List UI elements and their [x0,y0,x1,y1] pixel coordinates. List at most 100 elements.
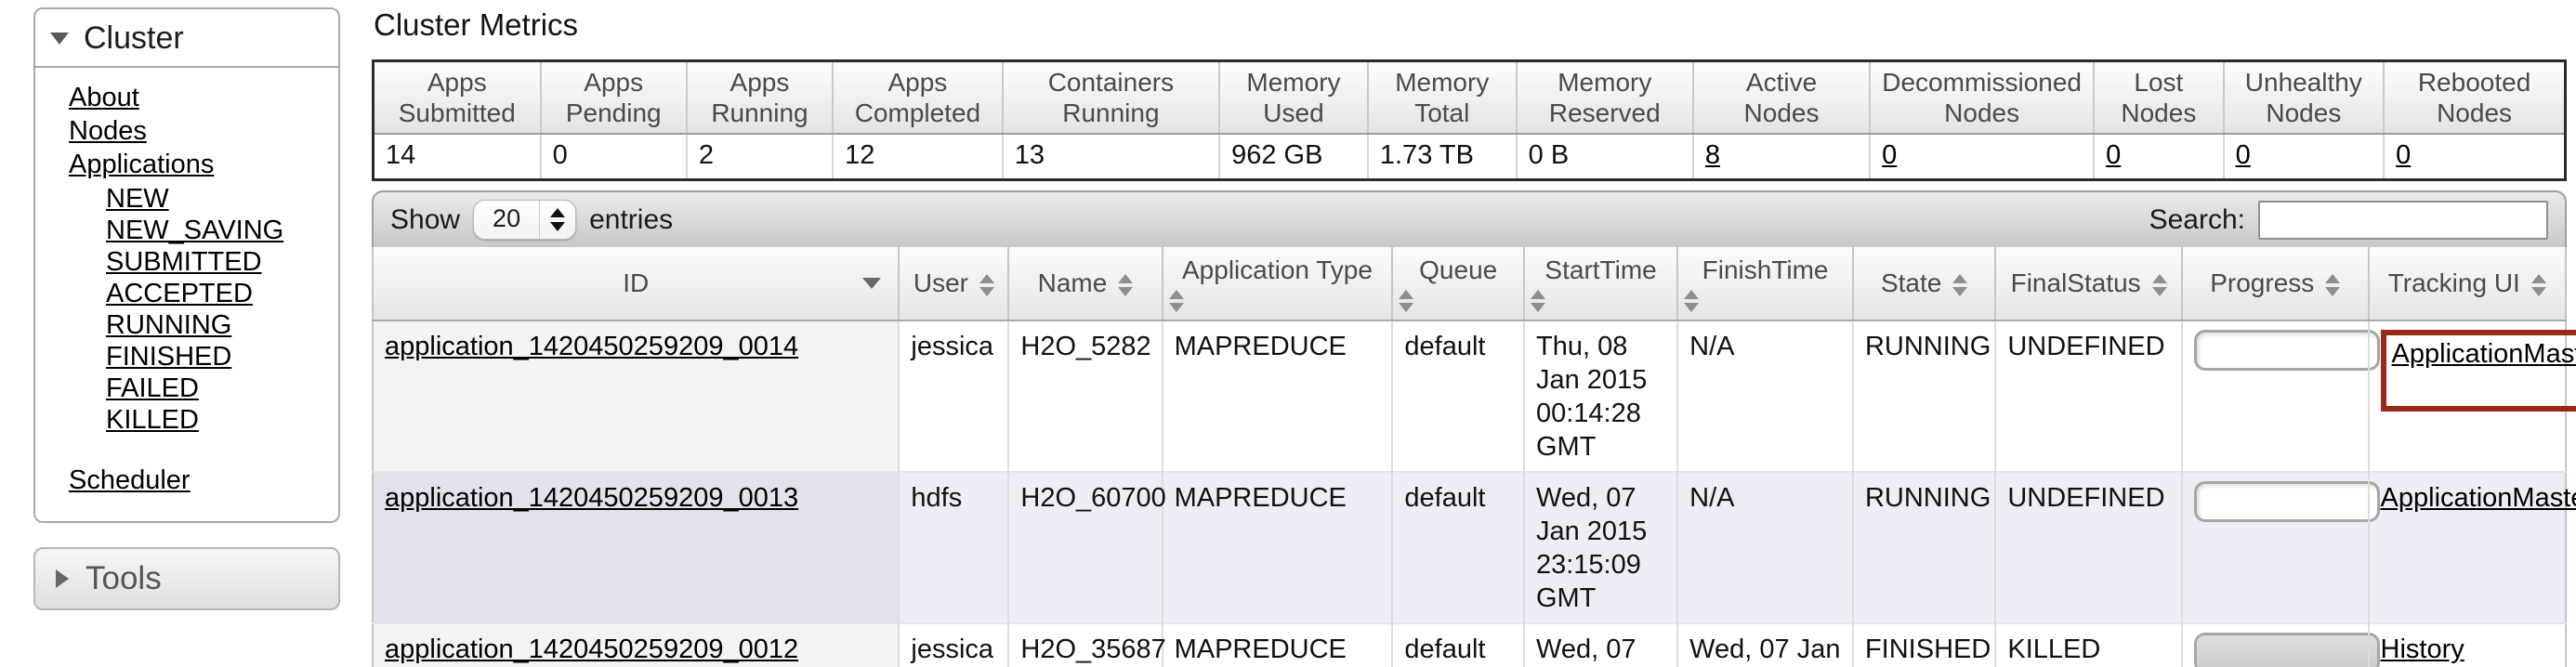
sidebar-item-scheduler: Scheduler [69,464,333,497]
applications-link[interactable]: Applications [69,150,214,179]
starttime-cell: Wed, 07 Jan 2015 23:15:09 GMT [1524,472,1677,623]
finishtime-cell: N/A [1677,472,1853,623]
metrics-col-memory-total: Memory Total [1368,61,1517,135]
show-label: Show [390,204,460,236]
tracking-ui-link[interactable]: ApplicationMaster [2381,483,2576,513]
apps-header-row: ID User Name Application Type Queue Star… [373,247,2566,320]
applications-table: ID User Name Application Type Queue Star… [372,247,2567,667]
app-id-link[interactable]: application_1420450259209_0013 [385,483,798,513]
metrics-col-lost-nodes: Lost Nodes [2094,61,2224,135]
col-header-id[interactable]: ID [373,247,899,320]
unhealthy-nodes-link[interactable]: 0 [2236,140,2251,170]
lost-nodes-link[interactable]: 0 [2106,140,2121,170]
finalstatus-cell: KILLED [1995,623,2182,667]
stepper-arrows-icon [540,201,575,239]
finalstatus-cell: UNDEFINED [1995,320,2182,472]
metrics-values-row: 14 0 2 12 13 962 GB 1.73 TB 0 B 8 0 0 0 … [374,134,2566,180]
metrics-col-apps-submitted: Apps Submitted [374,61,541,135]
col-header-queue[interactable]: Queue [1392,247,1524,320]
metrics-col-apps-completed: Apps Completed [833,61,1003,135]
col-header-user[interactable]: User [899,247,1008,320]
metrics-col-memory-used: Memory Used [1219,61,1368,135]
state-cell: FINISHED [1853,623,1995,667]
state-failed-link[interactable]: FAILED [106,373,199,403]
cluster-section-header[interactable]: Cluster [35,9,338,68]
memory-used-value: 962 GB [1219,134,1368,180]
queue-cell: default [1392,472,1524,623]
entries-label: entries [589,204,673,236]
app-id-cell: application_1420450259209_0014 [373,320,899,472]
state-accepted-link[interactable]: ACCEPTED [106,279,253,308]
search-label: Search: [2149,204,2245,236]
active-nodes-link[interactable]: 8 [1705,140,1720,170]
col-header-finalstatus[interactable]: FinalStatus [1995,247,2182,320]
rebooted-nodes-link[interactable]: 0 [2396,140,2411,170]
nodes-link[interactable]: Nodes [69,116,147,146]
col-header-state[interactable]: State [1853,247,1995,320]
metrics-col-apps-pending: Apps Pending [541,61,687,135]
sort-both-icon [1952,274,1967,296]
user-cell: hdfs [899,472,1008,623]
unhealthy-nodes-cell: 0 [2224,134,2384,180]
sidebar-item-nodes: Nodes [69,114,333,148]
app-id-link[interactable]: application_1420450259209_0014 [385,332,798,361]
finalstatus-cell: UNDEFINED [1995,472,2182,623]
col-header-application-type[interactable]: Application Type [1163,247,1393,320]
state-finished-link[interactable]: FINISHED [106,342,231,372]
decommissioned-nodes-link[interactable]: 0 [1882,140,1897,170]
lost-nodes-cell: 0 [2094,134,2224,180]
state-running-link[interactable]: RUNNING [106,310,231,340]
metrics-col-apps-running: Apps Running [687,61,833,135]
col-header-starttime[interactable]: StartTime [1524,247,1677,320]
sort-both-icon [1118,274,1133,296]
state-new-link[interactable]: NEW [106,184,169,214]
tracking-ui-link[interactable]: ApplicationMaster [2392,339,2576,369]
search-input[interactable] [2258,201,2548,240]
scheduler-link[interactable]: Scheduler [69,465,191,495]
app-id-cell: application_1420450259209_0013 [373,472,899,623]
progress-bar [2194,330,2380,371]
state-submitted-link[interactable]: SUBMITTED [106,247,262,277]
state-new-saving-link[interactable]: NEW_SAVING [106,216,283,245]
application-type-cell: MAPREDUCE [1163,320,1393,472]
sidebar-item-applications: Applications NEW NEW_SAVING SUBMITTED AC… [69,148,333,436]
sort-both-icon [2152,274,2167,296]
tracking-ui-link[interactable]: History [2381,634,2464,664]
table-row: application_1420450259209_0013 hdfs H2O_… [373,472,2566,623]
col-header-progress[interactable]: Progress [2182,247,2369,320]
sort-both-icon [979,274,994,296]
sidebar: Cluster About Nodes Applications NEW NEW… [33,7,340,667]
progress-bar [2194,481,2380,522]
name-cell: H2O_35687 [1008,623,1162,667]
col-header-finishtime[interactable]: FinishTime [1677,247,1853,320]
name-cell: H2O_60700 [1008,472,1162,623]
page-size-group: Show 20 entries [390,200,673,240]
main-content: Cluster Metrics Apps Submitted Apps Pend… [372,6,2567,667]
metrics-col-memory-reserved: Memory Reserved [1517,61,1693,135]
user-cell: jessica [899,320,1008,472]
state-killed-link[interactable]: KILLED [106,405,199,435]
col-header-tracking-ui[interactable]: Tracking UI [2369,247,2566,320]
about-link[interactable]: About [69,83,139,112]
progress-cell [2182,320,2369,472]
application-type-cell: MAPREDUCE [1163,623,1393,667]
name-cell: H2O_5282 [1008,320,1162,472]
table-row: application_1420450259209_0012 jessica H… [373,623,2566,667]
sidebar-item-new: NEW [106,183,333,215]
starttime-cell: Wed, 07 Jan 2015 20:56:24 GMT [1524,623,1677,667]
sort-both-icon [1169,290,1387,312]
page-size-select[interactable]: 20 [473,200,576,240]
tracking-ui-cell: ApplicationMaster [2369,320,2566,472]
state-cell: RUNNING [1853,320,1995,472]
app-id-cell: application_1420450259209_0012 [373,623,899,667]
metrics-col-unhealthy-nodes: Unhealthy Nodes [2224,61,2384,135]
containers-running-value: 13 [1003,134,1219,180]
tools-section-header[interactable]: Tools [33,547,340,610]
progress-cell [2182,472,2369,623]
page-title: Cluster Metrics [374,7,2567,43]
app-id-link[interactable]: application_1420450259209_0012 [385,634,798,664]
memory-total-value: 1.73 TB [1368,134,1517,180]
col-header-name[interactable]: Name [1008,247,1162,320]
table-row: application_1420450259209_0014 jessica H… [373,320,2566,472]
apps-submitted-value: 14 [374,134,541,180]
